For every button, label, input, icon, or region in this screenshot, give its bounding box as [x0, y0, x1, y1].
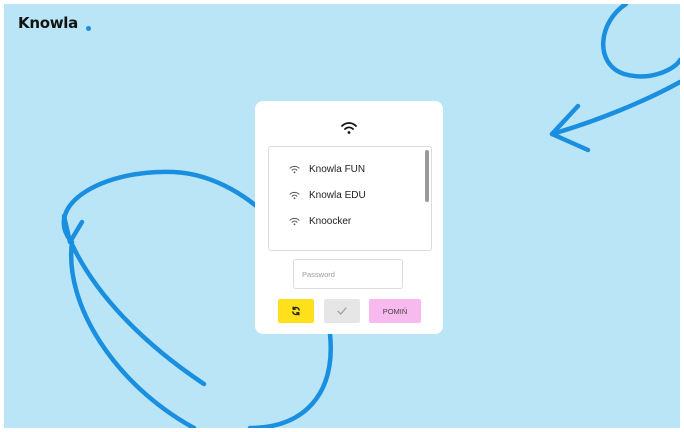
checkmark-icon — [337, 307, 347, 315]
wifi-icon — [289, 165, 300, 173]
network-list-scrollbar[interactable] — [425, 150, 429, 202]
refresh-icon — [292, 306, 300, 316]
brand-logo: Knowla — [18, 14, 78, 32]
wifi-icon — [289, 217, 300, 225]
skip-button[interactable]: POMIŃ — [369, 299, 421, 323]
network-item-knoocker[interactable]: Knoocker — [289, 212, 351, 230]
password-input[interactable] — [293, 259, 403, 289]
network-label: Knoocker — [309, 215, 352, 227]
network-label: Knowla FUN — [309, 163, 366, 175]
wifi-icon — [341, 122, 357, 134]
refresh-button[interactable] — [278, 299, 314, 323]
wifi-connect-dialog: Knowla FUN Knowla EDU Knoocker POMIŃ — [255, 101, 443, 334]
confirm-button[interactable] — [324, 299, 360, 323]
network-item-knowla-edu[interactable]: Knowla EDU — [289, 186, 366, 204]
desktop-background: Knowla Knowla FUN Knowla EDU Knoocker PO… — [4, 4, 680, 428]
network-list[interactable]: Knowla FUN Knowla EDU Knoocker — [268, 146, 432, 251]
network-label: Knowla EDU — [309, 189, 366, 201]
brand-logo-dot — [86, 26, 91, 31]
network-item-knowla-fun[interactable]: Knowla FUN — [289, 160, 365, 178]
wifi-icon — [289, 191, 300, 199]
